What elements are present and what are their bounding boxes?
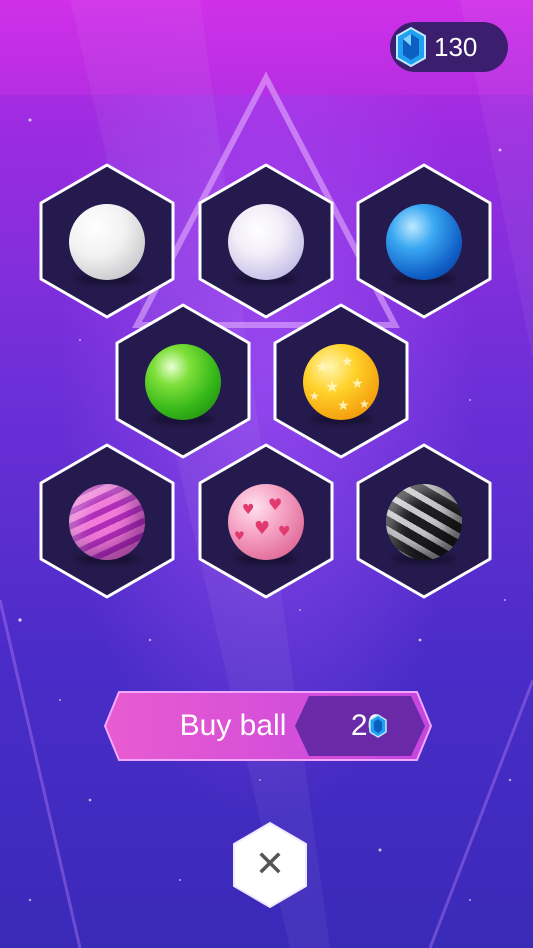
- svg-text:♥: ♥: [242, 502, 255, 518]
- ball-slot-zebra[interactable]: [353, 442, 495, 600]
- blue-gem-icon: [369, 714, 387, 738]
- buy-ball-button[interactable]: Buy ball 20: [103, 690, 433, 762]
- ball-shop-screen: 130 ★ ★ ★ ★ ★ ★ ★ ♥ ♥ ♥ ♥ ♥ Buy ball 20 …: [0, 0, 533, 948]
- buy-ball-label: Buy ball: [179, 709, 287, 742]
- svg-text:♥: ♥: [234, 529, 245, 543]
- ball-slot-pearl[interactable]: [195, 162, 337, 320]
- blue-ball: [386, 204, 462, 280]
- star-pattern: ★ ★ ★ ★ ★ ★ ★: [309, 354, 370, 414]
- zebra-ball: [386, 484, 462, 560]
- buy-price: 20: [350, 709, 385, 742]
- svg-text:★: ★: [359, 397, 370, 411]
- svg-text:♥: ♥: [268, 495, 282, 514]
- svg-text:★: ★: [351, 376, 364, 392]
- svg-text:♥: ♥: [278, 524, 291, 540]
- ball-slot-blue[interactable]: [353, 162, 495, 320]
- pearl-ball: [228, 204, 304, 280]
- svg-text:★: ★: [341, 354, 354, 370]
- svg-text:★: ★: [315, 357, 329, 376]
- ball-slot-striped-pink[interactable]: [36, 442, 178, 600]
- ball-slot-green[interactable]: [112, 302, 254, 460]
- ball-grid: ★ ★ ★ ★ ★ ★ ★ ♥ ♥ ♥ ♥ ♥: [0, 0, 533, 948]
- svg-text:★: ★: [325, 377, 339, 396]
- svg-text:♥: ♥: [254, 518, 270, 539]
- svg-text:★: ★: [309, 389, 320, 403]
- heart-ball: ♥ ♥ ♥ ♥ ♥: [228, 484, 304, 560]
- close-button[interactable]: ✕: [230, 820, 310, 910]
- heart-pattern: ♥ ♥ ♥ ♥ ♥: [234, 495, 291, 543]
- striped-pink-ball: [69, 484, 145, 560]
- ball-slot-white[interactable]: [36, 162, 178, 320]
- svg-text:★: ★: [337, 398, 350, 414]
- white-ball: [69, 204, 145, 280]
- ball-slot-stars[interactable]: ★ ★ ★ ★ ★ ★ ★: [270, 302, 412, 460]
- star-ball: ★ ★ ★ ★ ★ ★ ★: [303, 344, 379, 420]
- green-ball: [145, 344, 221, 420]
- ball-slot-hearts[interactable]: ♥ ♥ ♥ ♥ ♥: [195, 442, 337, 600]
- close-icon: ✕: [254, 844, 286, 885]
